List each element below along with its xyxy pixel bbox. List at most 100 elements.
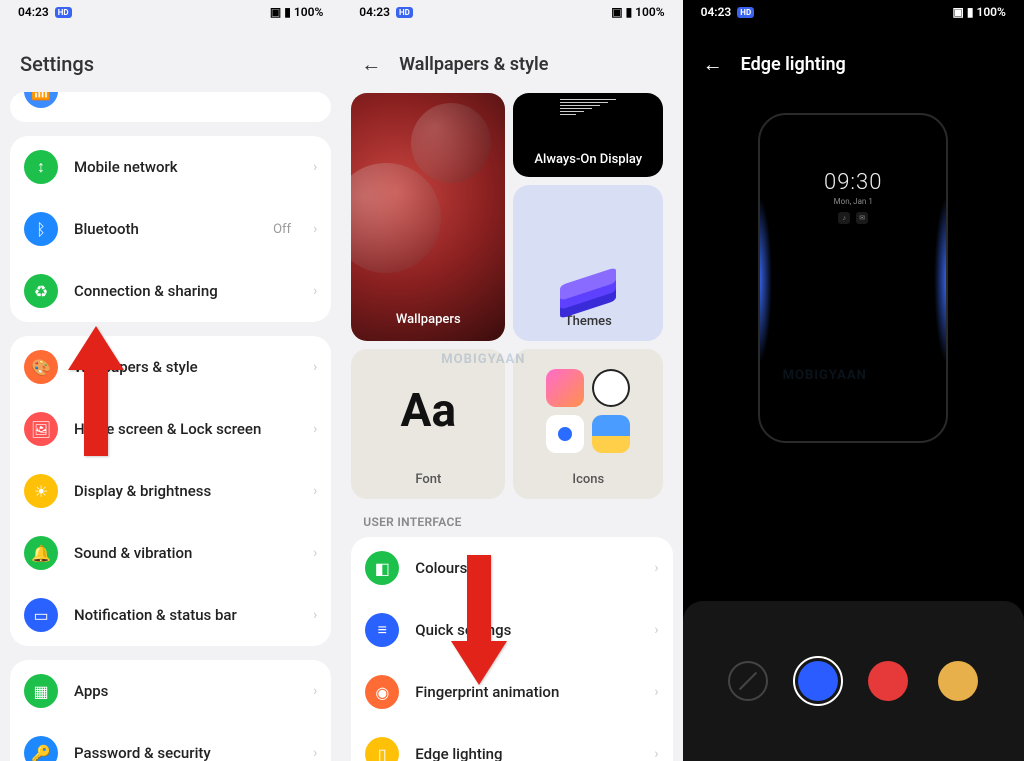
tile-label: Themes	[565, 314, 612, 329]
tile-font[interactable]: Aa Font	[351, 349, 505, 499]
chevron-right-icon: ›	[313, 159, 317, 175]
settings-label: Display & brightness	[74, 482, 297, 500]
color-option-gold[interactable]	[938, 661, 978, 701]
settings-row-colours[interactable]: ◧ Colours ›	[351, 537, 672, 599]
battery-saver-icon: ▣	[953, 5, 964, 19]
status-bar: 04:23 HD ▣ ▮ 100%	[683, 0, 1024, 24]
settings-group: ▦ Apps › 🔑 Password & security › 🛡 Priva…	[10, 660, 331, 761]
wallpapers-style-pane: 04:23 HD ▣ ▮ 100% ← Wallpapers & style W…	[341, 0, 682, 761]
edge-lighting-icon: ▯	[365, 737, 399, 761]
settings-pane: 04:23 HD ▣ ▮ 100% Settings 📶 ↕ Mobile ne…	[0, 0, 341, 761]
fingerprint-icon: ◉	[365, 675, 399, 709]
settings-row-edge-lighting[interactable]: ▯ Edge lighting ›	[351, 723, 672, 761]
battery-percent: 100%	[976, 5, 1005, 19]
status-bar: 04:23 HD ▣ ▮ 100%	[341, 0, 682, 24]
page-header: ← Wallpapers & style	[341, 24, 682, 93]
chevron-right-icon: ›	[313, 745, 317, 761]
settings-label: Connection & sharing	[74, 282, 297, 300]
chevron-right-icon: ›	[654, 622, 658, 638]
quick-settings-icon: ≡	[365, 613, 399, 647]
settings-row-bluetooth[interactable]: ᛒ Bluetooth Off ›	[10, 198, 331, 260]
tile-label: Font	[415, 472, 441, 487]
themes-stack-icon	[560, 270, 616, 314]
chevron-right-icon: ›	[313, 483, 317, 499]
connection-sharing-icon: ♻	[24, 274, 58, 308]
settings-row-connection-sharing[interactable]: ♻ Connection & sharing ›	[10, 260, 331, 322]
status-time: 04:23	[701, 5, 732, 19]
hd-icon: HD	[396, 7, 413, 18]
hd-icon: HD	[737, 7, 754, 18]
page-title: Edge lighting	[741, 54, 846, 75]
settings-row-apps[interactable]: ▦ Apps ›	[10, 660, 331, 722]
tile-icons[interactable]: Icons	[513, 349, 663, 499]
settings-row-sound-vibration[interactable]: 🔔 Sound & vibration ›	[10, 522, 331, 584]
homescreen-icon: 🖼	[24, 412, 58, 446]
battery-icon: ▮	[967, 5, 974, 19]
battery-percent: 100%	[635, 5, 664, 19]
chevron-right-icon: ›	[654, 746, 658, 761]
back-arrow-icon[interactable]: ←	[703, 52, 723, 77]
settings-row-mobile-network[interactable]: ↕ Mobile network ›	[10, 136, 331, 198]
edge-lighting-pane: 04:23 HD ▣ ▮ 100% ← Edge lighting 09:30 …	[683, 0, 1024, 761]
settings-group: 🎨 Wallpapers & style › 🖼 Home screen & L…	[10, 336, 331, 646]
settings-label: Home screen & Lock screen	[74, 420, 297, 438]
settings-list[interactable]: 📶 ↕ Mobile network › ᛒ Bluetooth Off › ♻…	[0, 92, 341, 761]
icons-preview-icon	[546, 369, 630, 453]
settings-group: ↕ Mobile network › ᛒ Bluetooth Off › ♻ C…	[10, 136, 331, 322]
settings-label: Edge lighting	[415, 745, 638, 761]
settings-row-home-lock-screen[interactable]: 🖼 Home screen & Lock screen ›	[10, 398, 331, 460]
phone-preview: 09:30 Mon, Jan 1 ♪✉	[758, 113, 948, 443]
chevron-right-icon: ›	[654, 560, 658, 576]
page-header: ← Edge lighting	[683, 24, 1024, 93]
battery-percent: 100%	[294, 5, 323, 19]
tile-themes[interactable]: Themes	[513, 185, 663, 341]
chevron-right-icon: ›	[654, 684, 658, 700]
status-time: 04:23	[18, 5, 49, 19]
chevron-right-icon: ›	[313, 283, 317, 299]
settings-row-display-brightness[interactable]: ☀ Display & brightness ›	[10, 460, 331, 522]
settings-row-notification-statusbar[interactable]: ▭ Notification & status bar ›	[10, 584, 331, 646]
tile-wallpapers[interactable]: Wallpapers	[351, 93, 505, 341]
color-option-blue[interactable]	[798, 661, 838, 701]
wallpapers-icon: 🎨	[24, 350, 58, 384]
settings-label: Colours	[415, 559, 638, 577]
section-label: USER INTERFACE	[341, 499, 682, 537]
settings-label: Apps	[74, 682, 297, 700]
back-arrow-icon[interactable]: ←	[361, 52, 381, 77]
battery-saver-icon: ▣	[611, 5, 622, 19]
settings-row-quick-settings[interactable]: ≡ Quick settings ›	[351, 599, 672, 661]
sound-icon: 🔔	[24, 536, 58, 570]
apps-icon: ▦	[24, 674, 58, 708]
preview-date: Mon, Jan 1	[760, 197, 946, 206]
battery-icon: ▮	[626, 5, 633, 19]
settings-label: Mobile network	[74, 158, 297, 176]
mobile-network-icon: ↕	[24, 150, 58, 184]
battery-icon: ▮	[284, 5, 291, 19]
page-title: Wallpapers & style	[399, 54, 548, 75]
settings-label: Wallpapers & style	[74, 358, 297, 376]
hd-icon: HD	[55, 7, 72, 18]
settings-row-fingerprint-animation[interactable]: ◉ Fingerprint animation ›	[351, 661, 672, 723]
settings-row-sim[interactable]: 📶	[10, 92, 72, 122]
tile-label: Always-On Display	[534, 152, 642, 167]
sim-icon: 📶	[24, 92, 58, 108]
color-option-none[interactable]	[728, 661, 768, 701]
aod-lines-icon	[560, 99, 616, 115]
chevron-right-icon: ›	[313, 607, 317, 623]
settings-value: Off	[273, 222, 291, 237]
tile-label: Wallpapers	[396, 312, 461, 327]
bluetooth-icon: ᛒ	[24, 212, 58, 246]
settings-label: Sound & vibration	[74, 544, 297, 562]
color-option-red[interactable]	[868, 661, 908, 701]
page-title: Settings	[0, 24, 341, 92]
watermark: MOBIGYAAN	[441, 352, 525, 367]
chevron-right-icon: ›	[313, 221, 317, 237]
brightness-icon: ☀	[24, 474, 58, 508]
font-aa-icon: Aa	[401, 384, 457, 438]
tile-always-on-display[interactable]: Always-On Display	[513, 93, 663, 177]
settings-row-password-security[interactable]: 🔑 Password & security ›	[10, 722, 331, 761]
ui-settings-group: ◧ Colours › ≡ Quick settings › ◉ Fingerp…	[351, 537, 672, 761]
watermark: MOBIGYAAN	[783, 368, 867, 383]
security-icon: 🔑	[24, 736, 58, 761]
settings-row-wallpapers-style[interactable]: 🎨 Wallpapers & style ›	[10, 336, 331, 398]
